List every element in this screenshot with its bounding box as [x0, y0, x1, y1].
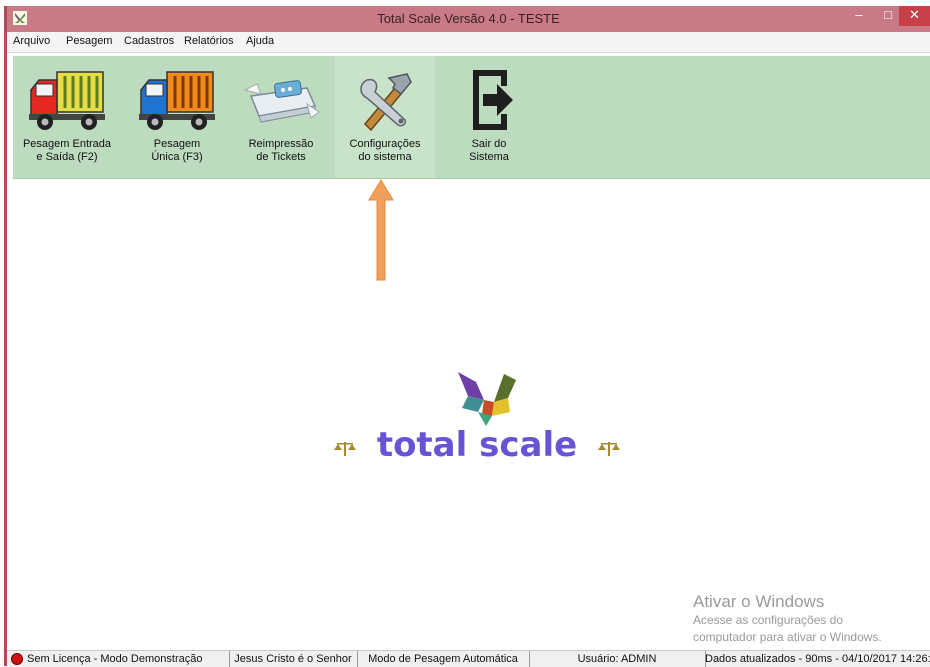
menu-arquivo[interactable]: Arquivo — [13, 35, 50, 47]
main-toolbar: Pesagem Entrada e Saída (F2) Pesagem Úni… — [13, 56, 930, 179]
tool-label: Configurações do sistema — [349, 138, 421, 163]
tool-label: Sair do Sistema — [469, 138, 509, 163]
printer-icon — [243, 80, 320, 123]
status-motto: Jesus Cristo é o Senhor — [229, 651, 358, 667]
menu-relatorios[interactable]: Relatórios — [184, 35, 234, 47]
total-scale-logo-icon: total scale — [334, 372, 620, 465]
status-license: Sem Licença - Modo Demonstração — [7, 651, 230, 667]
pesagem-entrada-saida-button[interactable]: Pesagem Entrada e Saída (F2) — [17, 56, 117, 178]
watermark-line-1: Acesse as configurações do — [693, 613, 844, 627]
logo-text: total scale — [377, 425, 577, 465]
close-button[interactable]: ✕ — [899, 6, 930, 26]
menu-cadastros[interactable]: Cadastros — [124, 35, 174, 47]
tools-icon — [360, 73, 412, 132]
exit-door-icon — [473, 70, 513, 130]
truck-orange-icon — [139, 71, 215, 130]
watermark-line-2: computador para ativar o Windows. — [693, 630, 882, 644]
reimpressao-tickets-button[interactable]: Reimpressão de Tickets — [231, 56, 331, 178]
menu-pesagem[interactable]: Pesagem — [66, 35, 112, 47]
windows-activation-watermark: Ativar o Windows Acesse as configurações… — [693, 592, 882, 646]
menu-bar: Arquivo Pesagem Cadastros Relatórios Aju… — [7, 32, 930, 53]
license-status-icon — [11, 653, 23, 665]
minimize-button[interactable]: – — [845, 6, 873, 26]
tool-label: Pesagem Única (F3) — [151, 138, 203, 163]
sair-sistema-button[interactable]: Sair do Sistema — [439, 56, 539, 178]
configuracoes-sistema-button[interactable]: Configurações do sistema — [335, 56, 435, 178]
app-window: Total Scale Versão 4.0 - TESTE – □ ✕ Arq… — [4, 6, 930, 667]
menu-ajuda[interactable]: Ajuda — [246, 35, 274, 47]
pesagem-unica-button[interactable]: Pesagem Única (F3) — [127, 56, 227, 178]
status-data-updated: Dados atualizados - 90ms - 04/10/2017 14… — [705, 653, 930, 665]
watermark-title: Ativar o Windows — [693, 592, 825, 611]
annotation-arrow-icon — [368, 179, 394, 281]
maximize-button[interactable]: □ — [874, 6, 902, 26]
status-bar: Sem Licença - Modo Demonstração Jesus Cr… — [7, 650, 930, 667]
tool-label: Reimpressão de Tickets — [248, 138, 314, 163]
status-user: Usuário: ADMIN — [529, 651, 706, 667]
title-bar: Total Scale Versão 4.0 - TESTE – □ ✕ — [7, 6, 930, 32]
tool-label: Pesagem Entrada e Saída (F2) — [22, 138, 112, 163]
license-text: Sem Licença - Modo Demonstração — [27, 653, 203, 665]
truck-green-icon — [29, 71, 105, 130]
status-weighing-mode: Modo de Pesagem Automática — [357, 651, 530, 667]
window-title: Total Scale Versão 4.0 - TESTE — [377, 11, 560, 26]
